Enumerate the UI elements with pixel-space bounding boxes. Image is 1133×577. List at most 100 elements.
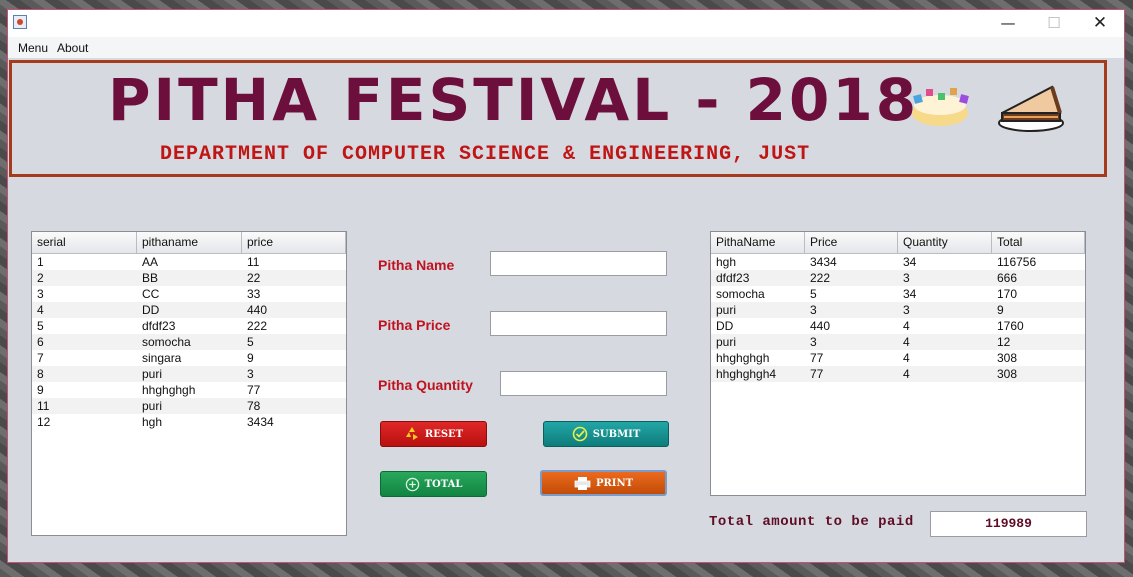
pitha-quantity-label: Pitha Quantity <box>378 377 473 393</box>
menu-item-menu[interactable]: Menu <box>18 41 48 55</box>
column-header-pithaname[interactable]: pithaname <box>137 232 242 253</box>
table-cell: 116756 <box>997 255 1037 269</box>
table-cell: 3434 <box>247 415 274 429</box>
table-row[interactable]: 4 DD 440 <box>32 302 346 318</box>
table-cell: 34 <box>903 287 917 301</box>
close-button[interactable]: ✕ <box>1077 10 1123 37</box>
table-cell: 4 <box>903 351 910 365</box>
column-header-price[interactable]: price <box>242 232 346 253</box>
table-cell: BB <box>142 271 159 285</box>
java-app-icon <box>13 15 27 29</box>
column-header-price[interactable]: Price <box>805 232 898 253</box>
table-body: 1 AA 11 2 BB 22 3 CC 33 4 DD 440 5 dfdf23 222 6 somocha 5… <box>32 254 346 430</box>
column-header-total[interactable]: Total <box>992 232 1085 253</box>
table-cell: 3434 <box>810 255 837 269</box>
pitha-price-input[interactable] <box>490 311 667 336</box>
table-cell: puri <box>142 367 163 381</box>
table-cell: 12 <box>997 335 1011 349</box>
table-cell: 4 <box>903 367 910 381</box>
table-cell: 34 <box>903 255 917 269</box>
pitha-name-input[interactable] <box>490 251 667 276</box>
table-cell: hgh <box>716 255 737 269</box>
banner-title: PITHA FESTIVAL - 2018 <box>108 66 920 134</box>
table-row[interactable]: DD 440 4 1760 <box>711 318 1085 334</box>
table-cell: DD <box>716 319 734 333</box>
table-cell: somocha <box>142 335 191 349</box>
app-window: — ☐ ✕ Menu About PITHA FESTIVAL - 2018 D… <box>7 9 1125 563</box>
total-button[interactable]: TOTAL <box>380 471 487 497</box>
table-row[interactable]: puri 3 4 12 <box>711 334 1085 350</box>
total-amount-label: Total amount to be paid <box>709 514 914 530</box>
table-header: PithaName Price Quantity Total <box>711 232 1085 254</box>
reset-button-label: RESET <box>424 428 464 440</box>
cake-icon <box>912 88 969 126</box>
table-row[interactable]: 1 AA 11 <box>32 254 346 270</box>
table-row[interactable]: dfdf23 222 3 666 <box>711 270 1085 286</box>
table-cell: 666 <box>997 271 1018 285</box>
column-header-serial[interactable]: serial <box>32 232 137 253</box>
menu-item-about[interactable]: About <box>57 41 88 55</box>
table-row[interactable]: 3 CC 33 <box>32 286 346 302</box>
table-row[interactable]: 7 singara 9 <box>32 350 346 366</box>
table-row[interactable]: 2 BB 22 <box>32 270 346 286</box>
table-cell: 77 <box>247 383 261 397</box>
table-cell: 6 <box>37 335 44 349</box>
print-button-label: PRINT <box>595 477 634 489</box>
table-cell: 33 <box>247 287 261 301</box>
submit-button[interactable]: SUBMIT <box>543 421 669 447</box>
table-cell: dfdf23 <box>142 319 176 333</box>
table-cell: 9 <box>37 383 44 397</box>
pitha-name-label: Pitha Name <box>378 257 455 273</box>
printer-icon <box>574 476 591 490</box>
column-header-pithaname[interactable]: PithaName <box>711 232 805 253</box>
banner-subtitle: DEPARTMENT OF COMPUTER SCIENCE & ENGINEE… <box>160 143 811 166</box>
table-row[interactable]: 6 somocha 5 <box>32 334 346 350</box>
pitha-price-label: Pitha Price <box>378 317 451 333</box>
table-cell: 12 <box>37 415 51 429</box>
table-row[interactable]: 9 hhghghgh 77 <box>32 382 346 398</box>
table-cell: puri <box>716 335 737 349</box>
table-cell: 308 <box>997 367 1018 381</box>
table-cell: 222 <box>247 319 268 333</box>
table-row[interactable]: 5 dfdf23 222 <box>32 318 346 334</box>
festival-banner: PITHA FESTIVAL - 2018 DEPARTMENT OF COMP… <box>9 60 1107 177</box>
table-cell: 308 <box>997 351 1018 365</box>
table-body: hgh 3434 34 116756 dfdf23 222 3 666 somocha 5 34 17… <box>711 254 1085 382</box>
table-row[interactable]: 8 puri 3 <box>32 366 346 382</box>
column-header-quantity[interactable]: Quantity <box>898 232 992 253</box>
table-cell: 3 <box>903 303 910 317</box>
table-cell: 9 <box>247 351 254 365</box>
table-cell: 3 <box>810 303 817 317</box>
table-cell: 77 <box>810 351 824 365</box>
table-cell: 5 <box>810 287 817 301</box>
maximize-button[interactable]: ☐ <box>1031 10 1077 37</box>
menu-bar: Menu About <box>8 37 1124 58</box>
table-cell: 2 <box>37 271 44 285</box>
table-cell: 22 <box>247 271 261 285</box>
total-button-label: TOTAL <box>424 478 463 490</box>
table-row[interactable]: hgh 3434 34 116756 <box>711 254 1085 270</box>
table-row[interactable]: hhghghgh4 77 4 308 <box>711 366 1085 382</box>
table-row[interactable]: somocha 5 34 170 <box>711 286 1085 302</box>
order-table[interactable]: PithaName Price Quantity Total hgh 3434 34… <box>710 231 1086 496</box>
pitha-quantity-input[interactable] <box>500 371 667 396</box>
table-cell: hhghghgh <box>716 351 770 365</box>
table-row[interactable]: 12 hgh 3434 <box>32 414 346 430</box>
table-row[interactable]: puri 3 3 9 <box>711 302 1085 318</box>
minimize-button[interactable]: — <box>985 10 1031 37</box>
table-cell: hhghghgh <box>142 383 196 397</box>
pitha-catalog-table[interactable]: serial pithaname price 1 AA 11 2 BB 22 3 CC 33 4 D… <box>31 231 347 536</box>
print-button[interactable]: PRINT <box>540 470 667 496</box>
submit-button-label: SUBMIT <box>592 428 641 440</box>
total-amount-field[interactable]: 119989 <box>930 511 1087 537</box>
reset-button[interactable]: RESET <box>380 421 487 447</box>
table-row[interactable]: hhghghgh 77 4 308 <box>711 350 1085 366</box>
table-row[interactable]: 11 puri 78 <box>32 398 346 414</box>
table-header: serial pithaname price <box>32 232 346 254</box>
title-bar[interactable]: — ☐ ✕ <box>8 10 1124 37</box>
table-cell: 11 <box>37 399 50 413</box>
table-cell: DD <box>142 303 160 317</box>
table-cell: 3 <box>247 367 254 381</box>
check-circle-icon <box>572 426 588 442</box>
table-cell: 1 <box>37 255 44 269</box>
